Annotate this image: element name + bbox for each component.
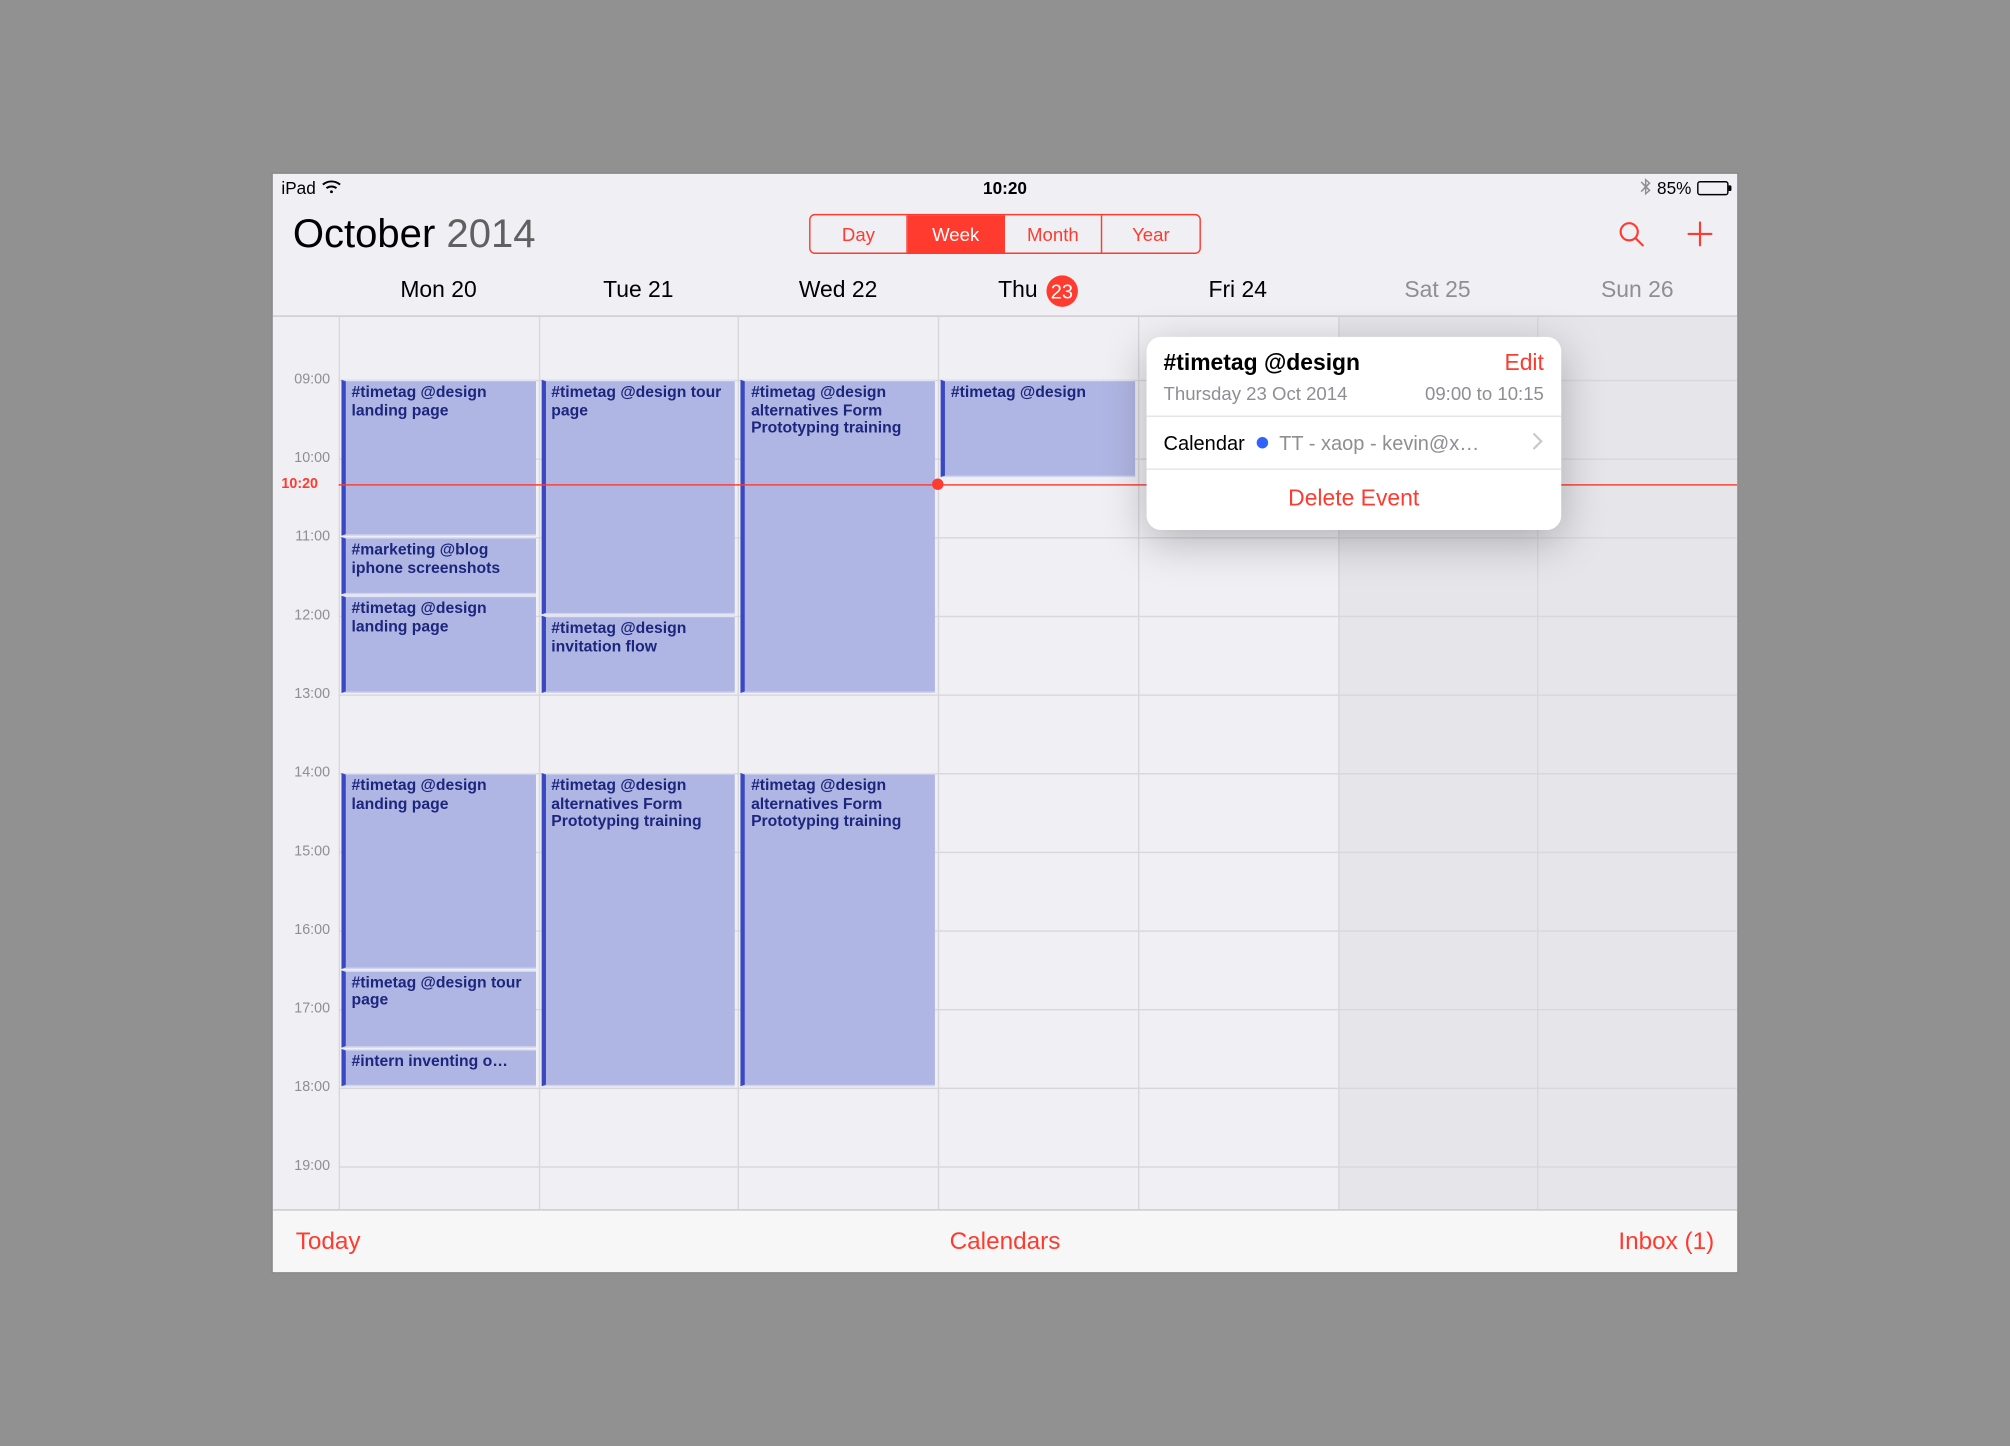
hour-label: 15:00 — [294, 844, 330, 860]
today-badge: 23 — [1046, 275, 1077, 306]
dayheader-fri[interactable]: Fri 24 — [1138, 265, 1338, 315]
current-time-label: 10:20 — [281, 477, 320, 493]
popover-calendar-row[interactable]: Calendar TT - xaop - kevin@x… — [1146, 417, 1561, 470]
seg-year[interactable]: Year — [1102, 215, 1199, 252]
hour-label: 17:00 — [294, 1001, 330, 1017]
status-bar: iPad 10:20 85% — [273, 174, 1737, 203]
page-title: October 2014 — [293, 211, 536, 257]
calendar-event[interactable]: #timetag @design landing page — [341, 773, 535, 968]
popover-time: 09:00 to 10:15 — [1425, 383, 1544, 404]
hour-label: 14:00 — [294, 765, 330, 781]
calendar-event[interactable]: #timetag @design tour page — [341, 970, 535, 1047]
event-details-popover: #timetag @design Edit Thursday 23 Oct 20… — [1146, 337, 1561, 530]
calendar-event[interactable]: #timetag @design landing page — [341, 596, 535, 693]
dayheader-sat[interactable]: Sat 25 — [1338, 265, 1538, 315]
device-label: iPad — [281, 178, 315, 198]
seg-week[interactable]: Week — [908, 215, 1005, 252]
status-time: 10:20 — [983, 178, 1027, 198]
dayheader-tue[interactable]: Tue 21 — [538, 265, 738, 315]
hour-label: 19:00 — [294, 1158, 330, 1174]
popover-edit-button[interactable]: Edit — [1504, 351, 1543, 377]
add-event-button[interactable] — [1683, 217, 1717, 251]
calendar-event[interactable]: #timetag @design alternatives Form Proto… — [741, 380, 935, 693]
title-year: 2014 — [446, 211, 535, 255]
wifi-icon — [322, 178, 342, 198]
today-button[interactable]: Today — [296, 1227, 361, 1256]
title-month: October — [293, 211, 447, 255]
dayheader-mon[interactable]: Mon 20 — [339, 265, 539, 315]
hour-label: 12:00 — [294, 608, 330, 624]
dayheader-sun[interactable]: Sun 26 — [1537, 265, 1737, 315]
bluetooth-icon — [1640, 177, 1651, 198]
battery-percentage: 85% — [1657, 178, 1691, 198]
view-segmented-control: Day Week Month Year — [809, 214, 1201, 254]
hour-label: 16:00 — [294, 922, 330, 938]
popover-calendar-label: Calendar — [1164, 431, 1245, 454]
hour-label: 09:00 — [294, 372, 330, 388]
popover-calendar-value: TT - xaop - kevin@x… — [1279, 431, 1521, 454]
chevron-right-icon — [1532, 431, 1543, 454]
calendar-event[interactable]: #timetag @design invitation flow — [541, 616, 735, 693]
calendar-color-dot-icon — [1256, 437, 1267, 448]
battery-icon — [1697, 181, 1728, 195]
calendar-event[interactable]: #timetag @design — [941, 380, 1135, 477]
bottom-toolbar: Today Calendars Inbox (1) — [273, 1209, 1737, 1272]
calendar-event[interactable]: #marketing @blog iphone screenshots — [341, 537, 535, 595]
calendar-event[interactable]: #timetag @design alternatives Form Proto… — [541, 773, 735, 1086]
popover-date: Thursday 23 Oct 2014 — [1164, 383, 1348, 404]
calendar-event[interactable]: #intern inventing o… — [341, 1048, 535, 1086]
calendar-event[interactable]: #timetag @design landing page — [341, 380, 535, 536]
current-time-dot-icon — [932, 479, 943, 490]
popover-delete-button[interactable]: Delete Event — [1146, 470, 1561, 530]
day-header-row: Mon 20 Tue 21 Wed 22 Thu 23 Fri 24 Sat 2… — [273, 265, 1737, 316]
seg-month[interactable]: Month — [1005, 215, 1102, 252]
search-button[interactable] — [1614, 217, 1648, 251]
calendars-button[interactable]: Calendars — [950, 1227, 1061, 1256]
dayheader-wed[interactable]: Wed 22 — [738, 265, 938, 315]
hour-label: 13:00 — [294, 687, 330, 703]
inbox-button[interactable]: Inbox (1) — [1618, 1227, 1714, 1256]
hour-label: 18:00 — [294, 1080, 330, 1096]
dayheader-thu[interactable]: Thu 23 — [938, 265, 1138, 315]
calendar-event[interactable]: #timetag @design tour page — [541, 380, 735, 615]
hour-label: 10:00 — [294, 451, 330, 467]
seg-day[interactable]: Day — [811, 215, 908, 252]
hour-label: 11:00 — [295, 529, 330, 545]
ipad-calendar-screen: iPad 10:20 85% October 2014 Day Week Mon… — [273, 174, 1737, 1272]
calendar-event[interactable]: #timetag @design alternatives Form Proto… — [741, 773, 935, 1086]
popover-title: #timetag @design — [1164, 351, 1360, 377]
header: October 2014 Day Week Month Year — [273, 202, 1737, 265]
